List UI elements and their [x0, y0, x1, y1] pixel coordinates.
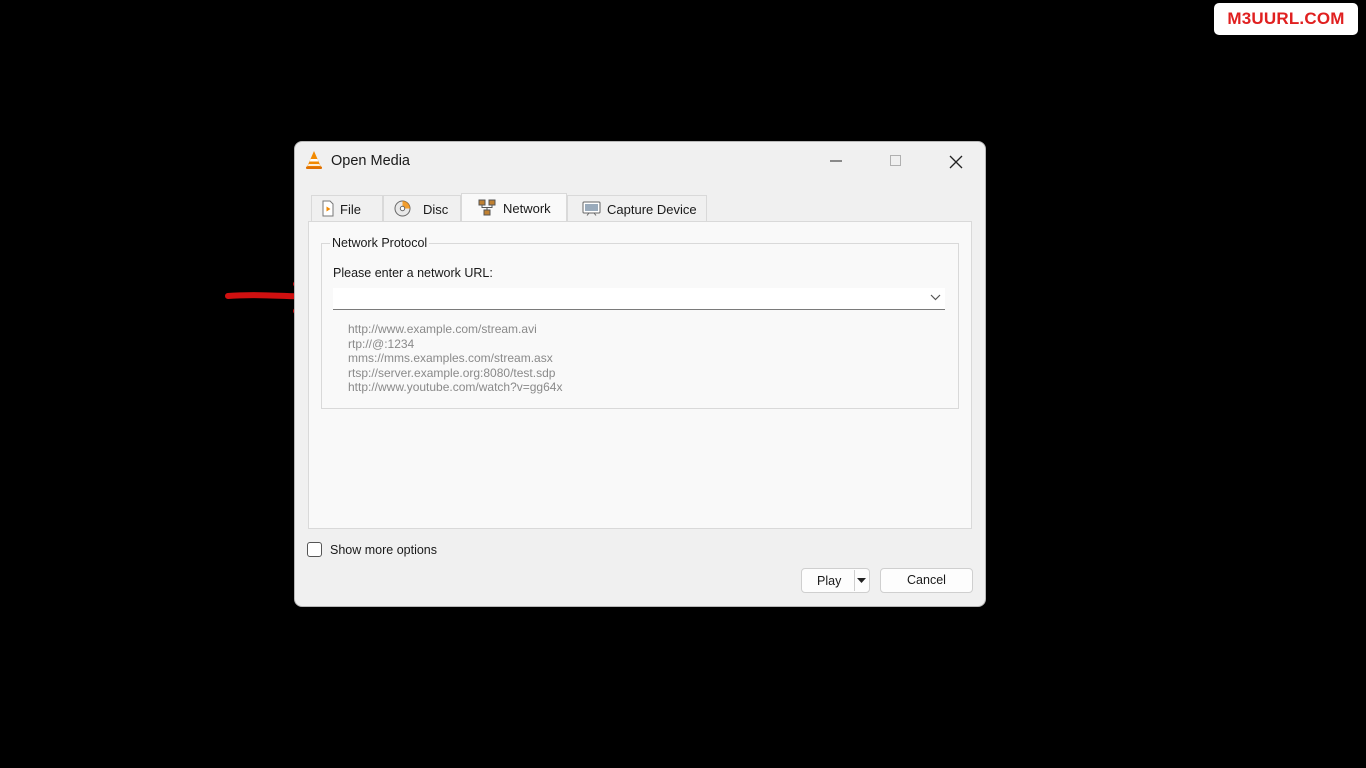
- tab-network[interactable]: Network: [461, 193, 567, 221]
- network-protocol-group: Network Protocol Please enter a network …: [321, 236, 959, 409]
- tab-capture-device-label: Capture Device: [607, 202, 697, 217]
- file-icon: [322, 200, 334, 217]
- network-tab-panel: Network Protocol Please enter a network …: [308, 221, 972, 529]
- tab-file[interactable]: File: [311, 195, 383, 221]
- url-example: http://www.youtube.com/watch?v=gg64x: [348, 380, 563, 395]
- tab-disc-label: Disc: [423, 202, 449, 217]
- play-button[interactable]: Play: [801, 568, 870, 593]
- url-example: mms://mms.examples.com/stream.asx: [348, 351, 553, 366]
- url-label: Please enter a network URL:: [333, 266, 493, 280]
- close-button[interactable]: [927, 142, 985, 180]
- cancel-button[interactable]: Cancel: [880, 568, 973, 593]
- show-more-options-label: Show more options: [330, 543, 438, 557]
- play-label: Play: [817, 574, 842, 588]
- maximize-icon: [890, 155, 901, 166]
- watermark-badge: M3UURL.COM: [1214, 3, 1358, 35]
- minimize-button[interactable]: [807, 142, 865, 180]
- tab-disc[interactable]: Disc: [383, 195, 461, 221]
- url-example: rtp://@:1234: [348, 336, 415, 351]
- url-example: rtsp://server.example.org:8080/test.sdp: [348, 365, 556, 380]
- vlc-cone-icon: [306, 151, 322, 169]
- network-icon: [478, 199, 496, 216]
- dropdown-arrow-icon[interactable]: [856, 577, 867, 584]
- tab-file-label: File: [340, 202, 361, 217]
- close-icon: [949, 155, 963, 169]
- show-more-options-checkbox[interactable]: [307, 542, 322, 557]
- disc-icon: [394, 200, 411, 217]
- url-examples: http://www.example.com/stream.avi rtp://…: [348, 322, 562, 395]
- network-url-combobox[interactable]: [333, 288, 945, 310]
- chevron-down-icon[interactable]: [930, 294, 941, 301]
- window-title: Open Media: [331, 153, 410, 169]
- network-url-input[interactable]: [333, 288, 931, 308]
- open-media-dialog: Open Media File Disc Network Capture Dev…: [294, 141, 986, 607]
- group-title: Network Protocol: [330, 236, 430, 250]
- capture-device-icon: [582, 201, 601, 216]
- title-bar: Open Media: [295, 142, 985, 180]
- tab-capture-device[interactable]: Capture Device: [567, 195, 707, 221]
- maximize-button[interactable]: [867, 142, 925, 180]
- url-example: http://www.example.com/stream.avi: [348, 322, 537, 336]
- play-split-divider: [854, 570, 855, 591]
- tab-network-label: Network: [503, 201, 551, 216]
- minimize-icon: [830, 160, 842, 162]
